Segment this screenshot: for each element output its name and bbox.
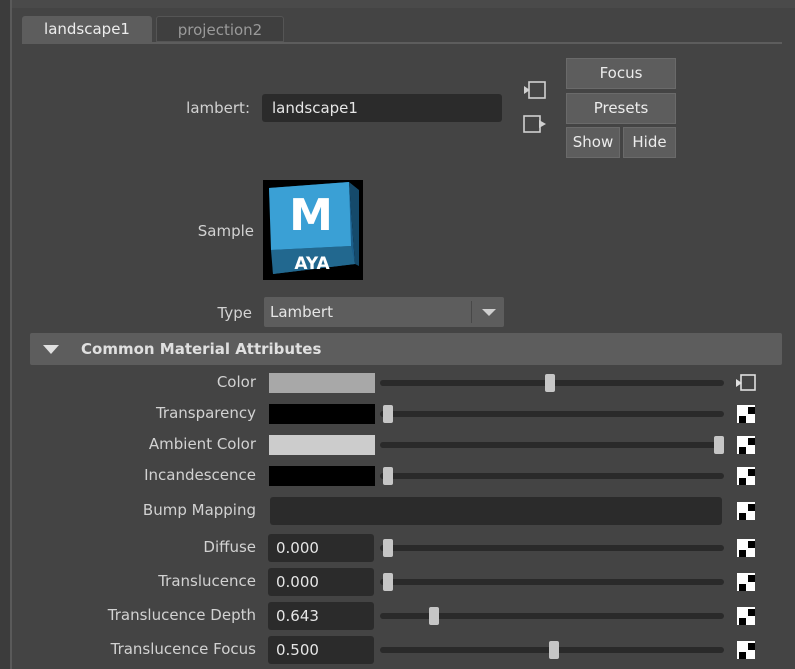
hide-button[interactable]: Hide [623, 127, 676, 158]
logo-letter: M [289, 190, 333, 241]
slider-handle[interactable] [714, 436, 724, 454]
color-swatch[interactable] [269, 435, 375, 455]
attribute-label: Diffuse [203, 538, 256, 556]
common-material-attributes-header[interactable]: Common Material Attributes [30, 333, 782, 365]
numeric-field[interactable]: 0.000 [268, 568, 374, 596]
output-connections-icon[interactable] [522, 113, 548, 135]
tab-landscape1[interactable]: landscape1 [22, 16, 152, 42]
attribute-label: Transparency [155, 404, 256, 422]
focus-button[interactable]: Focus [566, 58, 676, 89]
section-title: Common Material Attributes [81, 340, 322, 358]
map-texture-icon[interactable] [737, 436, 755, 454]
slider-track[interactable] [380, 442, 724, 448]
sample-label: Sample [197, 222, 254, 240]
slider-handle[interactable] [383, 573, 393, 591]
slider-track[interactable] [380, 545, 724, 551]
map-texture-icon[interactable] [737, 467, 755, 485]
slider-track[interactable] [380, 579, 724, 585]
slider-handle[interactable] [383, 405, 393, 423]
attribute-label: Translucence [158, 572, 256, 590]
left-dock-edge [0, 0, 10, 669]
panel-border [10, 0, 12, 669]
collapse-triangle-icon [43, 345, 59, 354]
slider-handle[interactable] [429, 607, 440, 625]
color-swatch[interactable] [269, 373, 375, 393]
map-texture-icon[interactable] [737, 573, 755, 591]
logo-text: AYA [294, 254, 330, 274]
slider-track[interactable] [380, 411, 724, 417]
color-swatch[interactable] [269, 404, 375, 424]
type-label: Type [217, 304, 252, 322]
slider-handle[interactable] [548, 641, 559, 659]
type-dropdown[interactable]: Lambert [264, 297, 504, 327]
numeric-field[interactable]: 0.000 [268, 534, 374, 562]
attribute-label: Bump Mapping [142, 501, 256, 519]
show-button[interactable]: Show [566, 127, 620, 158]
map-texture-icon[interactable] [737, 502, 755, 520]
slider-track[interactable] [380, 473, 724, 479]
map-texture-icon[interactable] [737, 405, 755, 423]
attribute-label: Ambient Color [148, 435, 256, 453]
map-texture-icon[interactable] [737, 607, 755, 625]
slider-handle[interactable] [383, 467, 393, 485]
material-sample-swatch: M AYA [263, 180, 363, 280]
top-strip [12, 0, 795, 8]
slider-handle[interactable] [545, 374, 556, 392]
attribute-label: Incandescence [144, 466, 256, 484]
slider-handle[interactable] [383, 539, 393, 557]
node-type-label: lambert: [186, 99, 250, 117]
tab-underline [22, 42, 782, 44]
dropdown-separator [471, 301, 472, 323]
presets-button[interactable]: Presets [566, 93, 676, 124]
bump-map-field[interactable] [270, 497, 722, 525]
map-texture-icon[interactable] [737, 539, 755, 557]
type-selected: Lambert [270, 303, 333, 321]
color-swatch[interactable] [269, 466, 375, 486]
tab-projection2[interactable]: projection2 [156, 16, 284, 42]
chevron-down-icon [482, 309, 496, 316]
connected-input-icon[interactable] [734, 373, 758, 393]
map-texture-icon[interactable] [737, 641, 755, 659]
input-connections-icon[interactable] [522, 80, 548, 102]
node-name-field[interactable]: landscape1 [262, 94, 502, 122]
numeric-field[interactable]: 0.643 [268, 602, 374, 630]
numeric-field[interactable]: 0.500 [268, 636, 374, 664]
attribute-label: Color [216, 373, 256, 391]
attribute-label: Translucence Focus [110, 640, 256, 658]
attribute-label: Translucence Depth [107, 606, 256, 624]
